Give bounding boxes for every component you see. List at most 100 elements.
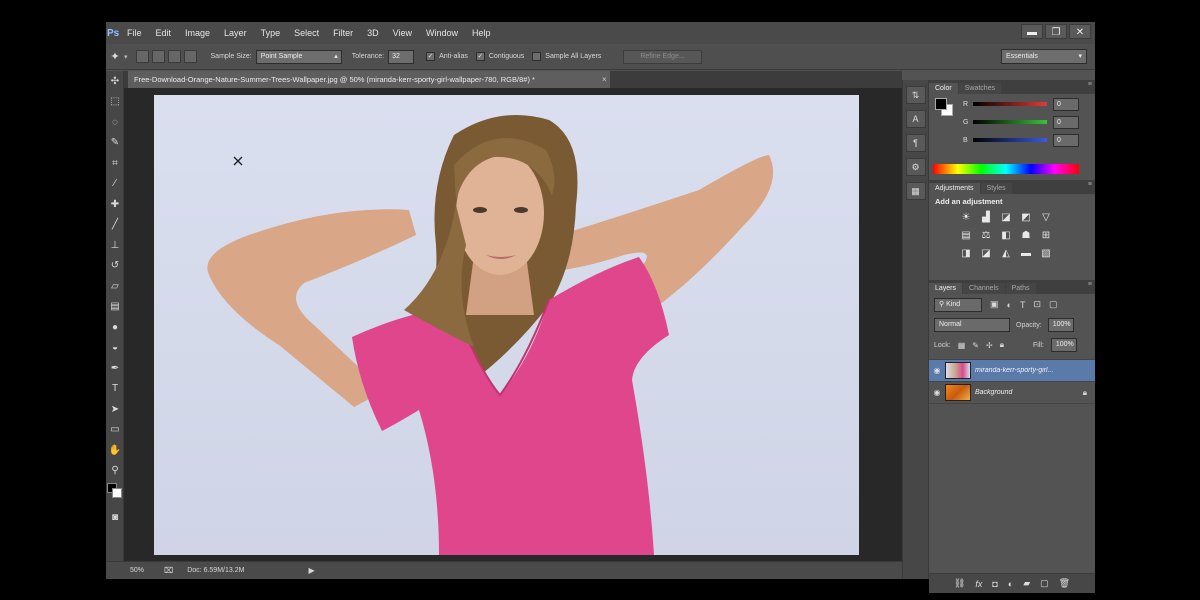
lock-image-icon[interactable]: ✎: [972, 341, 979, 350]
menu-type[interactable]: Type: [254, 28, 288, 38]
hue-saturation-icon[interactable]: ▤: [959, 229, 973, 242]
exposure-icon[interactable]: ◩: [1019, 211, 1033, 224]
close-button[interactable]: ✕: [1069, 24, 1091, 39]
intersect-selection-icon[interactable]: [183, 50, 197, 63]
green-slider[interactable]: [973, 120, 1047, 124]
status-menu-arrow-icon[interactable]: ▶: [308, 566, 314, 575]
curves-icon[interactable]: ◪: [999, 211, 1013, 224]
foreground-color-swatch[interactable]: [935, 98, 947, 110]
menu-help[interactable]: Help: [465, 28, 498, 38]
green-value-input[interactable]: 0: [1053, 115, 1079, 129]
subtract-from-selection-icon[interactable]: [167, 50, 181, 63]
hand-tool-icon[interactable]: ✋: [106, 440, 124, 461]
menu-file[interactable]: File: [120, 28, 149, 38]
blend-mode-select[interactable]: Normal: [934, 318, 1010, 332]
tolerance-input[interactable]: 32: [388, 49, 415, 64]
tool-preset-chevron-icon[interactable]: ▾: [124, 53, 128, 61]
panel-menu-icon[interactable]: ≡: [1088, 81, 1092, 88]
selective-color-icon[interactable]: ▧: [1039, 247, 1053, 260]
channel-mixer-icon[interactable]: ⊞: [1039, 229, 1053, 242]
zoom-tool-icon[interactable]: ⚲: [106, 461, 124, 482]
info-panel-icon[interactable]: ▦: [905, 182, 926, 200]
new-selection-icon[interactable]: [135, 50, 149, 63]
smart-object-filter-icon[interactable]: ▢: [1049, 299, 1058, 310]
contiguous-checkbox[interactable]: ✓: [475, 52, 485, 61]
black-white-icon[interactable]: ◧: [999, 229, 1013, 242]
document-canvas[interactable]: [154, 95, 859, 555]
eraser-tool-icon[interactable]: ▱: [106, 276, 124, 297]
color-spectrum-bar[interactable]: [933, 164, 1079, 174]
quick-mask-icon[interactable]: ◙: [106, 507, 124, 528]
crop-tool-icon[interactable]: ⌗: [106, 153, 124, 174]
sample-size-select[interactable]: Point Sample ▴: [255, 49, 342, 64]
lock-transparent-icon[interactable]: ▦: [958, 341, 966, 350]
move-tool-icon[interactable]: ✣: [106, 71, 124, 92]
healing-brush-tool-icon[interactable]: ✚: [106, 194, 124, 215]
pixel-filter-icon[interactable]: ▣: [990, 299, 999, 310]
menu-window[interactable]: Window: [419, 28, 465, 38]
document-tab[interactable]: Free-Download-Orange-Nature-Summer-Trees…: [128, 71, 610, 88]
tab-paths[interactable]: Paths: [1005, 283, 1036, 294]
blur-tool-icon[interactable]: ●: [106, 317, 124, 338]
menu-view[interactable]: View: [386, 28, 419, 38]
brush-tool-icon[interactable]: ╱: [106, 215, 124, 236]
color-swatches[interactable]: [106, 481, 123, 507]
close-tab-icon[interactable]: ×: [602, 71, 607, 88]
shape-filter-icon[interactable]: ⊡: [1033, 299, 1041, 310]
background-color-swatch[interactable]: [112, 488, 122, 498]
history-brush-tool-icon[interactable]: ↺: [106, 256, 124, 277]
add-to-selection-icon[interactable]: [151, 50, 165, 63]
menu-image[interactable]: Image: [178, 28, 217, 38]
clone-stamp-tool-icon[interactable]: ⊥: [106, 235, 124, 256]
tab-styles[interactable]: Styles: [980, 183, 1012, 194]
gradient-tool-icon[interactable]: ▤: [106, 297, 124, 318]
menu-edit[interactable]: Edit: [149, 28, 179, 38]
paragraph-panel-icon[interactable]: ¶: [905, 134, 926, 152]
refine-edge-button[interactable]: Refine Edge...: [623, 49, 702, 64]
lock-all-icon[interactable]: 🔒︎: [1000, 340, 1004, 350]
eyedropper-tool-icon[interactable]: ⁄: [106, 174, 124, 195]
brightness-contrast-icon[interactable]: ☀: [959, 211, 973, 224]
zoom-level[interactable]: 50%: [130, 567, 144, 574]
character-panel-icon[interactable]: A: [905, 110, 926, 128]
adjustment-filter-icon[interactable]: ◐: [1007, 300, 1012, 310]
opacity-input[interactable]: 100%: [1047, 318, 1074, 332]
new-adjustment-layer-icon[interactable]: ◐: [1008, 579, 1013, 589]
tab-swatches[interactable]: Swatches: [958, 83, 1002, 94]
workspace-select[interactable]: Essentials ▾: [1001, 49, 1087, 64]
magic-wand-icon[interactable]: ✦: [106, 50, 124, 63]
anti-alias-checkbox[interactable]: ✓: [426, 52, 436, 61]
eye-icon[interactable]: ◉: [929, 388, 945, 397]
tab-adjustments[interactable]: Adjustments: [929, 183, 980, 194]
restore-button[interactable]: ❐: [1045, 24, 1067, 39]
eye-icon[interactable]: ◉: [929, 366, 945, 375]
menu-filter[interactable]: Filter: [326, 28, 360, 38]
levels-icon[interactable]: ▟: [979, 211, 993, 224]
tab-color[interactable]: Color: [929, 83, 958, 94]
new-group-icon[interactable]: ▰: [1023, 578, 1030, 589]
canvas-area[interactable]: [124, 88, 902, 561]
vibrance-icon[interactable]: ▽: [1039, 211, 1053, 224]
tab-channels[interactable]: Channels: [963, 283, 1005, 294]
gradient-map-icon[interactable]: ▬: [1019, 247, 1033, 260]
blue-value-input[interactable]: 0: [1053, 133, 1079, 147]
layer-filter-select[interactable]: ⚲ Kind: [934, 297, 982, 312]
tab-layers[interactable]: Layers: [929, 283, 963, 294]
posterize-icon[interactable]: ◪: [979, 247, 993, 260]
red-value-input[interactable]: 0: [1053, 97, 1079, 111]
add-mask-icon[interactable]: ◘: [992, 579, 997, 589]
lasso-tool-icon[interactable]: ◌: [106, 112, 124, 133]
type-tool-icon[interactable]: T: [106, 379, 124, 400]
fill-input[interactable]: 100%: [1050, 338, 1077, 352]
blue-slider[interactable]: [973, 138, 1047, 142]
marquee-tool-icon[interactable]: ⬚: [106, 92, 124, 113]
layer-row[interactable]: ◉ Background 🔒︎: [929, 382, 1095, 404]
brush-panel-icon[interactable]: ⚙: [905, 158, 926, 176]
menu-layer[interactable]: Layer: [217, 28, 254, 38]
type-filter-icon[interactable]: T: [1020, 300, 1026, 310]
panel-menu-icon[interactable]: ≡: [1088, 281, 1092, 288]
quick-selection-tool-icon[interactable]: ✎: [106, 133, 124, 154]
layer-style-icon[interactable]: fx: [975, 579, 982, 589]
menu-select[interactable]: Select: [287, 28, 326, 38]
layer-row[interactable]: ◉ miranda-kerr-sporty-girl...: [929, 360, 1095, 382]
